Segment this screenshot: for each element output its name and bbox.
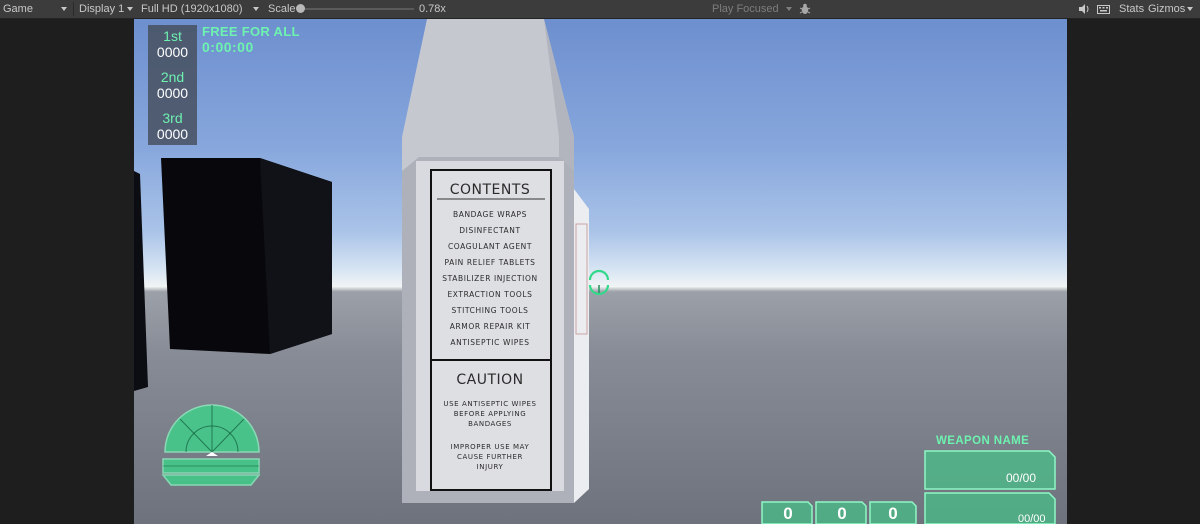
- item-counter: 0: [783, 504, 793, 523]
- contents-title: CONTENTS: [449, 182, 531, 198]
- display-dropdown-label: Display 1: [79, 3, 125, 15]
- display-dropdown[interactable]: Display 1: [79, 0, 124, 18]
- scale-slider-thumb[interactable]: [296, 4, 305, 13]
- gizmos-button[interactable]: Gizmos: [1148, 0, 1185, 18]
- far-left-block: [134, 171, 148, 391]
- contents-item: ANTISEPTIC WIPES: [450, 338, 530, 347]
- caution-line: INJURY: [476, 463, 504, 471]
- ammo-primary: 00/00: [1006, 471, 1037, 485]
- resolution-dropdown-label: Full HD (1920x1080): [141, 3, 243, 15]
- caution-line: BANDAGES: [468, 420, 512, 428]
- contents-item: PAIN RELIEF TABLETS: [444, 258, 536, 267]
- weapon-name: WEAPON NAME: [936, 435, 1030, 447]
- leaderboard-place: 1st: [163, 28, 182, 44]
- caution-line: CAUSE FURTHER: [456, 453, 524, 461]
- leaderboard: 1st 0000 2nd 0000 3rd 0000: [148, 25, 197, 145]
- letterbox-left: [0, 19, 134, 524]
- gizmos-label: Gizmos: [1148, 3, 1186, 15]
- item-counter: 0: [837, 504, 847, 523]
- chevron-down-icon[interactable]: [252, 0, 262, 18]
- play-mode-label: Play Focused: [712, 3, 779, 15]
- view-dropdown[interactable]: Game: [3, 0, 33, 18]
- scene-render: [134, 19, 1056, 524]
- game-viewport[interactable]: 1st 0000 2nd 0000 3rd 0000 FREE FOR ALL …: [134, 19, 1067, 524]
- caution-line: USE ANTISEPTIC WIPES: [443, 400, 537, 408]
- item-counter: 0: [888, 504, 898, 523]
- leaderboard-score: 0000: [156, 85, 189, 101]
- contents-item: DISINFECTANT: [459, 226, 521, 235]
- caution-line: BEFORE APPLYING: [453, 410, 527, 418]
- scale-label: Scale: [268, 3, 296, 15]
- bug-icon[interactable]: [798, 0, 812, 18]
- chevron-down-icon[interactable]: [60, 0, 70, 18]
- stats-label: Stats: [1119, 3, 1145, 15]
- stats-button[interactable]: Stats: [1119, 0, 1144, 18]
- radar-icon: [161, 404, 261, 486]
- caution-line: IMPROPER USE MAY: [450, 443, 530, 451]
- view-dropdown-label: Game: [3, 3, 33, 15]
- contents-item: STITCHING TOOLS: [451, 306, 529, 315]
- game-mode-title: FREE FOR ALL: [202, 24, 300, 39]
- ammo-secondary: 00/00: [1018, 513, 1046, 524]
- scale-slider-track[interactable]: [298, 8, 414, 10]
- game-view-toolbar: Game Display 1 Full HD (1920x1080) Scale…: [0, 0, 1200, 19]
- leaderboard-place: 3rd: [162, 110, 183, 126]
- leaderboard-score: 0000: [156, 44, 189, 60]
- leaderboard-score: 0000: [156, 126, 189, 142]
- chevron-down-icon[interactable]: [1186, 0, 1196, 18]
- chevron-down-icon[interactable]: [785, 0, 795, 18]
- scale-value: 0.78x: [419, 3, 446, 15]
- letterbox-right: [1067, 19, 1200, 524]
- chevron-down-icon[interactable]: [126, 0, 136, 18]
- toolbar-divider: [73, 2, 74, 16]
- contents-item: ARMOR REPAIR KIT: [449, 322, 531, 331]
- contents-item: EXTRACTION TOOLS: [447, 290, 533, 299]
- speaker-icon[interactable]: [1078, 0, 1092, 18]
- contents-item: COAGULANT AGENT: [447, 242, 533, 251]
- keyboard-icon[interactable]: [1097, 0, 1111, 18]
- play-mode-dropdown[interactable]: Play Focused: [712, 0, 779, 18]
- contents-item: STABILIZER INJECTION: [442, 274, 538, 283]
- contents-item: BANDAGE WRAPS: [453, 210, 527, 219]
- leaderboard-place: 2nd: [160, 69, 185, 85]
- match-timer: 0:00:00: [202, 39, 254, 55]
- caution-title: CAUTION: [456, 372, 524, 388]
- crosshair-icon: [588, 269, 610, 296]
- resolution-dropdown[interactable]: Full HD (1920x1080): [141, 0, 243, 18]
